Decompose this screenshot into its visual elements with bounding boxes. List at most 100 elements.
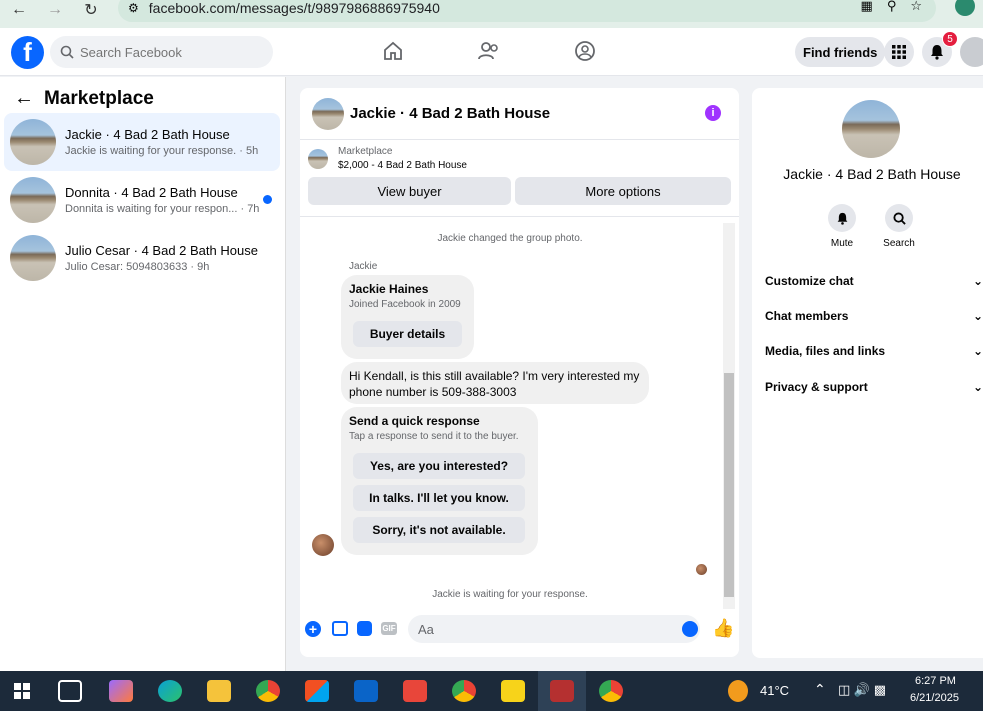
listing-avatar	[10, 235, 56, 281]
marketplace-sidebar: ← Marketplace Jackie · 4 Bad 2 Bath Hous…	[0, 77, 286, 671]
info-icon[interactable]: i	[705, 105, 721, 121]
message-thread: Jackie changed the group photo. Jackie J…	[300, 216, 739, 609]
chrome-window-icon[interactable]	[599, 680, 623, 702]
conversation-item[interactable]: Julio Cesar · 4 Bad 2 Bath House Julio C…	[4, 229, 280, 287]
message-composer: + GIF Aa 👍	[300, 607, 739, 657]
unread-indicator	[263, 195, 272, 204]
facebook-logo[interactable]: f	[11, 36, 44, 69]
quick-response-card: Send a quick response Tap a response to …	[341, 407, 538, 555]
chrome-profile-icon[interactable]	[452, 680, 476, 702]
chevron-down-icon: ⌄	[972, 309, 983, 323]
section-label: Media, files and links	[765, 344, 886, 358]
quick-response-not-available[interactable]: Sorry, it's not available.	[353, 517, 525, 543]
snipping-tool-icon[interactable]	[550, 680, 574, 702]
message-text-line2: phone number is 509-388-3003	[349, 385, 517, 399]
groups-icon[interactable]	[572, 38, 598, 64]
section-label: Privacy & support	[765, 380, 868, 394]
section-label: Customize chat	[765, 274, 854, 288]
message-bubble: Hi Kendall, is this still available? I'm…	[341, 362, 649, 404]
listing-summary[interactable]: Marketplace $2,000 - 4 Bad 2 Bath House	[300, 140, 739, 177]
menu-grid-icon[interactable]	[884, 37, 914, 67]
chat-info-panel: Jackie · 4 Bad 2 Bath House Mute Search …	[752, 88, 983, 658]
profile-icon[interactable]	[955, 0, 975, 16]
url-text: facebook.com/messages/t/9897986886975940	[148, 0, 440, 16]
notifications-bell-icon[interactable]: 5	[922, 31, 958, 67]
copilot-icon[interactable]	[109, 680, 133, 702]
search-bar[interactable]	[50, 36, 273, 68]
quick-response-title: Send a quick response	[349, 414, 480, 428]
back-arrow-icon[interactable]: ←	[14, 87, 34, 110]
account-avatar[interactable]	[960, 37, 983, 67]
file-explorer-icon[interactable]	[207, 680, 231, 702]
photo-icon[interactable]	[332, 621, 348, 636]
profile-card: Jackie Haines Joined Facebook in 2009 Bu…	[341, 275, 474, 359]
gif-icon[interactable]: GIF	[381, 622, 397, 635]
more-options-button[interactable]: More options	[515, 177, 731, 205]
conversation-item[interactable]: Jackie · 4 Bad 2 Bath House Jackie is wa…	[4, 113, 280, 171]
listing-avatar	[10, 119, 56, 165]
listing-thumbnail	[308, 148, 328, 169]
zoom-icon[interactable]: ⚲	[887, 0, 897, 14]
address-bar[interactable]: ⚙ facebook.com/messages/t/98979868869759…	[118, 0, 936, 22]
back-icon[interactable]: ←	[6, 0, 32, 20]
notification-count-badge: 5	[942, 31, 958, 47]
friends-icon[interactable]	[476, 38, 502, 64]
chat-members-row[interactable]: Chat members ⌄	[765, 309, 983, 323]
task-view-icon[interactable]	[58, 680, 82, 702]
mute-button[interactable]: Mute	[822, 204, 862, 249]
weather-icon[interactable]	[728, 680, 748, 702]
install-app-icon[interactable]: ▦	[861, 0, 873, 14]
find-friends-button[interactable]: Find friends	[795, 37, 886, 67]
view-buyer-button[interactable]: View buyer	[308, 177, 511, 205]
quick-response-yes[interactable]: Yes, are you interested?	[353, 453, 525, 479]
privacy-support-row[interactable]: Privacy & support ⌄	[765, 380, 983, 394]
edge-icon[interactable]	[158, 680, 182, 702]
conversation-item[interactable]: Donnita · 4 Bad 2 Bath House Donnita is …	[4, 171, 280, 229]
reload-icon[interactable]: ↻	[78, 0, 104, 20]
search-input[interactable]	[80, 44, 260, 60]
sticky-notes-icon[interactable]	[501, 680, 525, 702]
store-icon[interactable]	[305, 680, 329, 702]
buyer-details-button[interactable]: Buyer details	[353, 321, 462, 347]
media-files-links-row[interactable]: Media, files and links ⌄	[765, 344, 983, 358]
info-name: Jackie · 4 Bad 2 Bath House	[783, 166, 961, 182]
search-icon	[60, 45, 74, 59]
forward-icon[interactable]: →	[42, 0, 68, 20]
scroll-thumb[interactable]	[724, 373, 734, 597]
waiting-message: Jackie is waiting for your response.	[432, 589, 588, 600]
listing-avatar	[10, 177, 56, 223]
marketplace-label: Marketplace	[338, 146, 393, 157]
chat-scrollbar[interactable]	[723, 223, 735, 609]
anydesk-icon[interactable]	[403, 680, 427, 702]
system-tray-icons[interactable]: ◫ 🔊 ▩	[838, 682, 886, 698]
chevron-down-icon: ⌄	[972, 380, 983, 394]
conversation-preview: Julio Cesar: 5094803633 · 9h	[65, 261, 210, 273]
outlook-icon[interactable]	[354, 680, 378, 702]
clock-time[interactable]: 6:27 PM	[915, 675, 956, 687]
emoji-icon[interactable]	[682, 621, 698, 637]
search-conversation-button[interactable]: Search	[879, 204, 919, 249]
quick-response-in-talks[interactable]: In talks. I'll let you know.	[353, 485, 525, 511]
search-label: Search	[883, 238, 915, 249]
site-settings-icon[interactable]: ⚙	[128, 1, 139, 15]
chat-avatar[interactable]	[312, 97, 344, 130]
section-label: Chat members	[765, 309, 849, 323]
customize-chat-row[interactable]: Customize chat ⌄	[765, 274, 983, 288]
quick-response-subtitle: Tap a response to send it to the buyer.	[349, 431, 519, 442]
temperature[interactable]: 41°C	[760, 683, 789, 698]
info-avatar[interactable]	[842, 100, 900, 158]
windows-start-icon[interactable]	[14, 683, 30, 699]
clock-date[interactable]: 6/21/2025	[910, 692, 959, 704]
windows-taskbar: 41°C ⌃ ◫ 🔊 ▩ 6:27 PM 6/21/2025	[0, 671, 983, 711]
sender-label: Jackie	[349, 261, 378, 272]
thumbs-up-icon[interactable]: 👍	[712, 618, 734, 639]
bookmark-star-icon[interactable]: ☆	[910, 0, 922, 14]
chat-title[interactable]: Jackie · 4 Bad 2 Bath House	[350, 105, 550, 122]
sticker-icon[interactable]	[357, 621, 372, 636]
search-icon	[885, 204, 913, 232]
chevron-up-icon[interactable]: ⌃	[814, 681, 826, 698]
chrome-icon[interactable]	[256, 680, 280, 702]
home-icon[interactable]	[380, 38, 406, 64]
add-plus-icon[interactable]: +	[305, 621, 321, 637]
message-input[interactable]: Aa	[408, 615, 700, 643]
